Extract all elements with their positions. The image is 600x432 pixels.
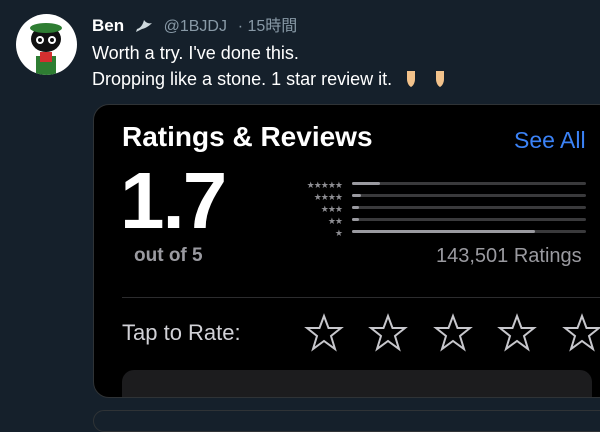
rating-out-of: out of 5 [134, 245, 203, 266]
tweet-line-2: Dropping like a stone. 1 star review it. [92, 66, 450, 96]
star-levels: ★★★★★ ★★★★ ★★★ ★★ ★ [282, 179, 343, 239]
rating-bar-fill [352, 182, 381, 185]
bird-icon [135, 17, 153, 38]
star-label-3: ★★★ [320, 204, 343, 214]
screenshot-card[interactable]: Ratings & Reviews See All 1.7 out of 5 ★… [93, 104, 600, 398]
rating-bar-2 [352, 218, 586, 221]
tap-to-rate-stars [304, 313, 600, 358]
ratings-title: Ratings & Reviews [122, 121, 373, 152]
star-outline-icon[interactable] [433, 313, 473, 353]
star-outline-icon[interactable] [304, 313, 344, 353]
star-label-1: ★ [334, 228, 343, 238]
tweet-time[interactable]: · 15時間 [238, 18, 298, 35]
rating-bars [352, 182, 586, 242]
tweet-text: Worth a try. I've done this. Dropping li… [92, 40, 450, 96]
tweet-line-2-text: Dropping like a stone. 1 star review it. [92, 69, 393, 89]
see-all-link[interactable]: See All [514, 127, 586, 154]
pointing-down-icon [401, 69, 421, 96]
avatar[interactable] [16, 14, 77, 75]
next-card-edge [93, 410, 600, 432]
star-outline-icon[interactable] [368, 313, 409, 353]
tweet-header: Ben @1BJDJ · 15時間 [92, 12, 297, 38]
rating-bar-3 [352, 206, 586, 209]
user-handle[interactable]: @1BJDJ [164, 18, 227, 35]
tap-to-rate-label: Tap to Rate: [122, 320, 241, 345]
rating-bar-fill [352, 206, 360, 209]
rating-bar-4 [352, 194, 586, 197]
rating-bar-fill [352, 218, 360, 221]
ratings-count: 143,501 Ratings [436, 245, 582, 267]
star-outline-icon[interactable] [497, 313, 538, 353]
rating-bar-fill [352, 194, 362, 197]
review-card[interactable] [122, 370, 592, 397]
pointing-down-icon [430, 69, 450, 96]
tweet-line-1: Worth a try. I've done this. [92, 43, 299, 63]
rating-value: 1.7 [120, 156, 227, 245]
rating-bar-5 [352, 182, 586, 185]
star-outline-icon[interactable] [561, 313, 600, 353]
star-label-2: ★★ [327, 216, 343, 226]
rating-bar-fill [352, 230, 535, 233]
divider [122, 297, 600, 298]
user-name[interactable]: Ben [92, 16, 124, 35]
star-label-4: ★★★★ [313, 192, 343, 202]
star-label-5: ★★★★★ [306, 180, 343, 190]
rating-bar-1 [352, 230, 586, 233]
